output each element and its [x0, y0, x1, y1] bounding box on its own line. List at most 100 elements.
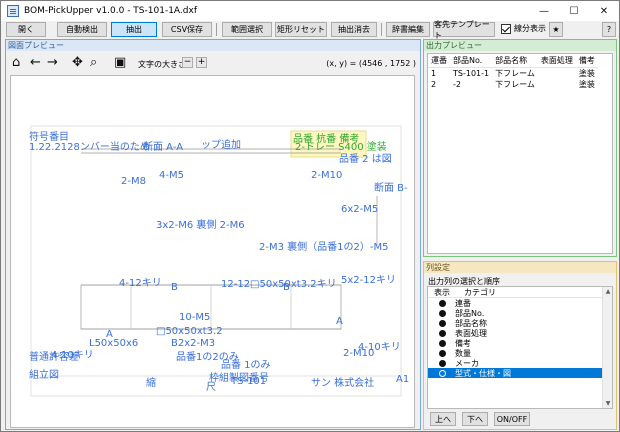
output-column-header[interactable]: 備考 — [575, 54, 598, 68]
drawing-text-label[interactable]: 10-M5 — [179, 312, 210, 323]
output-column-header[interactable]: 部品No. — [450, 54, 493, 68]
list-item[interactable]: 数量 — [428, 348, 612, 358]
title-bar: BOM-PickUpper v1.0.0 - TS-101-1A.dxf — ☐… — [1, 1, 619, 21]
radio-dot-icon[interactable] — [439, 329, 446, 337]
drawing-text-label[interactable]: 断面 A-A — [143, 138, 183, 153]
drawing-text-label[interactable]: L50x50x6 — [89, 338, 138, 349]
show-lines-checkbox[interactable]: 線分表示 — [501, 23, 546, 34]
help-button[interactable]: ? — [602, 22, 616, 37]
column-header-category: カテゴリ — [464, 288, 496, 297]
move-up-button[interactable]: 上へ — [430, 412, 456, 426]
drawing-text-label[interactable]: 組立図 — [29, 366, 59, 381]
output-column-header[interactable]: 部品名称 — [492, 54, 538, 68]
drawing-text-label[interactable]: サン 株式会社 — [311, 374, 374, 389]
column-header-show: 表示 — [434, 288, 450, 297]
radio-dot-icon[interactable] — [439, 309, 446, 317]
column-settings-title: 列設定 — [424, 262, 616, 273]
drawing-text-label[interactable]: 4-10キリ — [51, 346, 94, 361]
client-template-button[interactable]: 客先テンプレート — [433, 20, 495, 40]
list-item[interactable]: 表面処理 — [428, 328, 612, 338]
table-row[interactable]: 2 -2 下フレーム 塗装 — [428, 79, 598, 90]
table-cell: 1 — [431, 69, 437, 78]
table-cell: 下フレーム — [495, 80, 535, 89]
csv-save-button[interactable]: CSV保存 — [162, 22, 212, 37]
drawing-text-label[interactable]: B — [283, 282, 290, 293]
maximize-button[interactable]: ☐ — [559, 1, 589, 21]
toggle-on-off-button[interactable]: ON/OFF — [494, 412, 530, 426]
list-item[interactable]: メーカ — [428, 358, 612, 368]
column-item-label: 型式・仕様・図 — [455, 368, 511, 378]
drawing-text-label[interactable]: 2-M8 — [121, 176, 146, 187]
column-list-scrollbar[interactable]: ▲ ▼ — [602, 287, 612, 408]
radio-dot-icon[interactable] — [439, 369, 446, 377]
range-select-button[interactable]: 範囲選択 — [222, 22, 272, 37]
drawing-text-label[interactable]: 1.22.2128ンバー当のため — [29, 138, 150, 153]
home-icon[interactable]: ⌂ — [12, 56, 20, 69]
table-cell: 下フレーム — [495, 69, 535, 78]
scroll-down-icon[interactable]: ▼ — [604, 400, 612, 407]
drawing-text-label[interactable]: 4-M5 — [159, 170, 184, 181]
drawing-text-label[interactable]: 4-12キリ — [119, 274, 162, 289]
scroll-up-icon[interactable]: ▲ — [604, 288, 612, 295]
drawing-text-label[interactable]: A1 — [396, 374, 409, 385]
toolbar-separator — [381, 23, 382, 36]
drawing-preview-title: 図面プレビュー — [6, 40, 420, 51]
open-button[interactable]: 開く — [6, 22, 46, 37]
font-decrease-button[interactable]: − — [182, 57, 193, 68]
list-item[interactable]: 連番 — [428, 298, 612, 308]
drawing-text-label[interactable]: A — [336, 316, 343, 327]
radio-dot-icon[interactable] — [439, 349, 446, 357]
drawing-text-label[interactable]: TS-101 — [231, 376, 266, 387]
table-cell — [538, 68, 576, 80]
drawing-text-label[interactable]: 尺 — [206, 378, 216, 393]
drawing-text-label[interactable]: 6x2-M5 — [341, 204, 378, 215]
move-down-button[interactable]: 下へ — [462, 412, 488, 426]
list-item[interactable]: 部品No. — [428, 308, 612, 318]
cursor-coordinate-readout: (x, y) = (4546 , 1752 ) — [326, 59, 416, 68]
extract-button[interactable]: 抽出 — [111, 22, 157, 37]
radio-dot-icon[interactable] — [439, 319, 446, 327]
minimize-button[interactable]: — — [529, 1, 559, 21]
drawing-text-label[interactable]: 品番 2 は図 — [339, 150, 392, 165]
drawing-text-label[interactable]: 断面 B- — [374, 179, 408, 194]
dict-edit-button[interactable]: 辞書編集 — [386, 22, 430, 37]
star-button[interactable]: ★ — [549, 22, 563, 37]
zoom-search-icon[interactable]: ⌕ — [90, 56, 97, 69]
drawing-text-label[interactable]: □50x50xt3.2 — [156, 326, 223, 337]
drawing-text-label[interactable]: 5x2-12キリ — [341, 271, 396, 286]
radio-dot-icon[interactable] — [439, 299, 446, 307]
radio-dot-icon[interactable] — [439, 359, 446, 367]
table-cell: 2 — [431, 80, 437, 89]
output-column-header[interactable]: 運番 — [428, 54, 450, 68]
drawing-text-label[interactable]: 縮 — [146, 374, 156, 389]
save-disk-icon[interactable]: ▣ — [114, 56, 126, 69]
font-increase-button[interactable]: + — [196, 57, 207, 68]
drawing-text-label[interactable]: 12-12□50x50xt3.2キリ — [221, 275, 337, 290]
auto-detect-button[interactable]: 自動検出 — [57, 22, 107, 37]
table-cell: -2 — [453, 80, 461, 89]
drawing-text-label[interactable]: 2-M10 — [311, 170, 342, 181]
pan-move-icon[interactable]: ✥ — [72, 56, 83, 69]
drawing-text-label[interactable]: ップ追加 — [201, 136, 241, 151]
output-table[interactable]: 運番 部品No. 部品名称 表面処理 備考 1 TS-101-1 下フレーム 塗装 2 -2 下フレ… — [427, 53, 613, 254]
list-item[interactable]: 備考 — [428, 338, 612, 348]
checkbox-checked-icon[interactable] — [501, 23, 511, 34]
close-button[interactable]: ✕ — [589, 1, 619, 21]
table-row[interactable]: 1 TS-101-1 下フレーム 塗装 — [428, 68, 598, 80]
forward-arrow-icon[interactable]: → — [47, 56, 58, 69]
table-cell: 塗装 — [578, 69, 595, 78]
list-item[interactable]: 部品名称 — [428, 318, 612, 328]
output-column-header[interactable]: 表面処理 — [537, 54, 576, 68]
column-list[interactable]: 表示 カテゴリ 連番 部品No. 部品名称 表面処理 備考 数量 メーカ 型式・仕様・図 ▲ … — [427, 286, 613, 409]
drawing-canvas[interactable]: 符号番目 1.22.2128ンバー当のため 断面 A-A ップ追加 品番 杭番 備考 2-… — [10, 75, 415, 428]
drawing-text-label[interactable]: 2-M10 — [343, 348, 374, 359]
drawing-text-label[interactable]: 2-M3 裏側（品番1の2）-M5 — [259, 238, 388, 253]
drawing-text-label[interactable]: B — [171, 282, 178, 293]
list-item[interactable]: 型式・仕様・図 — [428, 368, 612, 378]
back-arrow-icon[interactable]: ← — [30, 56, 41, 69]
radio-dot-icon[interactable] — [439, 339, 446, 347]
extract-clear-button[interactable]: 抽出消去 — [331, 22, 377, 37]
rect-reset-button[interactable]: 矩形リセット — [275, 22, 327, 37]
drawing-text-label[interactable]: 3x2-M6 裏側 2-M6 — [156, 216, 245, 231]
app-icon — [7, 5, 19, 17]
